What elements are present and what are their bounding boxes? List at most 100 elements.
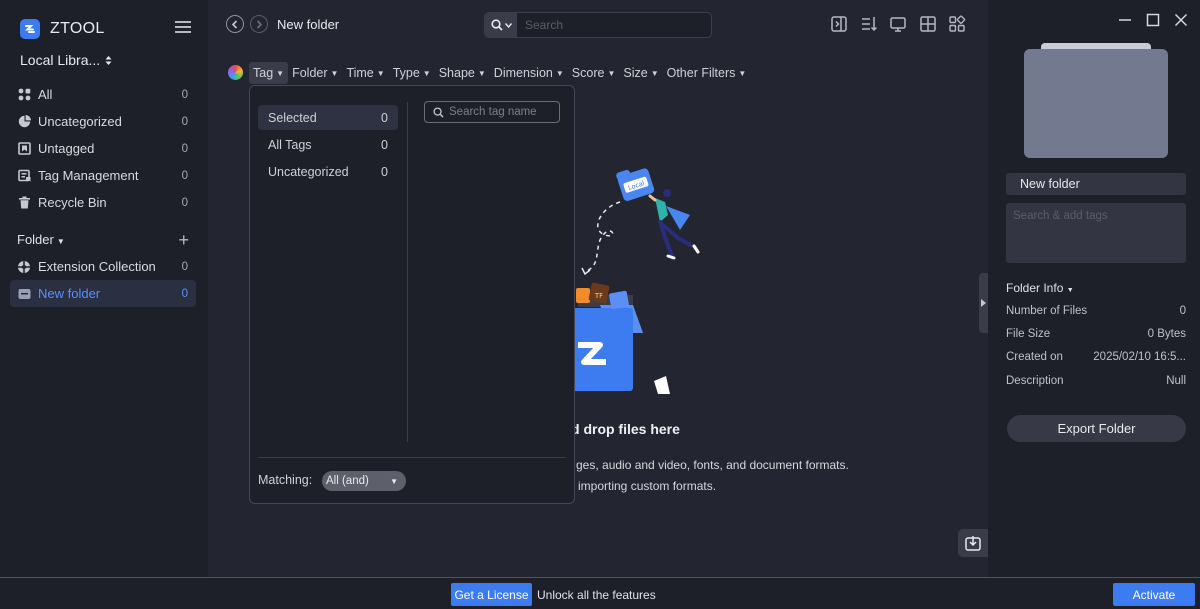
folder-icon bbox=[17, 287, 31, 301]
library-switcher[interactable]: Local Libra... bbox=[20, 52, 112, 68]
import-button[interactable] bbox=[958, 529, 988, 557]
layout-grid-icon[interactable] bbox=[919, 15, 937, 33]
caret-down-icon: ▼ bbox=[276, 68, 285, 78]
tag-search-input[interactable] bbox=[449, 106, 554, 118]
sort-arrows-icon bbox=[105, 55, 112, 65]
folder-section-header: Folder ▼ + bbox=[17, 231, 189, 249]
export-folder-button[interactable]: Export Folder bbox=[1007, 415, 1186, 442]
app-name: ZTOOL bbox=[50, 20, 105, 37]
sidebar-nav: All 0 Uncategorized 0 Untagged 0 Tag Man… bbox=[10, 81, 196, 216]
tag-search-box bbox=[424, 101, 560, 123]
get-license-button[interactable]: Get a License bbox=[451, 583, 532, 606]
close-icon[interactable] bbox=[1174, 13, 1188, 27]
sort-filter-icon[interactable] bbox=[860, 15, 878, 33]
info-row-created-on: Created on 2025/02/10 16:5... bbox=[1006, 351, 1186, 363]
monitor-icon[interactable] bbox=[889, 15, 907, 33]
unlock-text: Unlock all the features bbox=[537, 588, 656, 602]
folder-info-toggle[interactable]: Folder Info ▼ bbox=[1006, 281, 1074, 295]
filter-score[interactable]: Score ▼ bbox=[568, 62, 620, 84]
hamburger-menu-icon[interactable] bbox=[175, 21, 191, 35]
info-row-description: Description Null bbox=[1006, 375, 1186, 387]
chevron-right-icon bbox=[256, 19, 263, 29]
search-mode-button[interactable] bbox=[485, 13, 517, 37]
details-panel: Folder Info ▼ Number of Files0 File Size… bbox=[988, 0, 1200, 577]
forward-button[interactable] bbox=[250, 15, 268, 33]
sidebar-item-new-folder[interactable]: New folder 0 bbox=[10, 280, 196, 307]
brand: ZTOOL bbox=[20, 18, 105, 40]
sidebar-item-uncategorized[interactable]: Uncategorized 0 bbox=[10, 108, 196, 135]
drop-hint-formats: ges, audio and video, fonts, and documen… bbox=[576, 458, 849, 472]
caret-down-icon: ▼ bbox=[330, 68, 339, 78]
filter-type[interactable]: Type ▼ bbox=[389, 62, 435, 84]
caret-down-icon: ▼ bbox=[555, 68, 564, 78]
color-filter-icon[interactable] bbox=[228, 65, 243, 80]
caret-down-icon: ▼ bbox=[650, 68, 659, 78]
folder-section-toggle[interactable]: Folder ▼ bbox=[17, 232, 178, 247]
drop-title: d drop files here bbox=[571, 421, 680, 437]
matching-select[interactable]: All (and) ▼ bbox=[322, 471, 406, 491]
search-box bbox=[484, 12, 712, 38]
caret-down-icon: ▼ bbox=[477, 68, 486, 78]
collapse-panel-handle[interactable] bbox=[979, 273, 988, 333]
search-icon bbox=[490, 19, 503, 31]
divider bbox=[258, 457, 566, 458]
tag-option-all-tags[interactable]: All Tags 0 bbox=[258, 132, 398, 157]
matching-label: Matching: bbox=[258, 473, 313, 487]
sidebar-item-recycle-bin[interactable]: Recycle Bin 0 bbox=[10, 189, 196, 216]
tags-input[interactable] bbox=[1006, 203, 1186, 263]
filter-time[interactable]: Time ▼ bbox=[342, 62, 388, 84]
bottom-bar: Get a License Unlock all the features Ac… bbox=[0, 577, 1200, 609]
filter-shape[interactable]: Shape ▼ bbox=[435, 62, 490, 84]
filter-folder[interactable]: Folder ▼ bbox=[288, 62, 342, 84]
tag-option-selected[interactable]: Selected 0 bbox=[258, 105, 398, 130]
filter-bar: Tag ▼ Folder ▼ Time ▼ Type ▼ Shape ▼ Dimensio… bbox=[249, 62, 750, 84]
maximize-icon[interactable] bbox=[1146, 13, 1160, 27]
caret-down-icon: ▼ bbox=[1066, 287, 1074, 294]
pie-icon bbox=[17, 115, 31, 129]
sidebar-item-extension-collection[interactable]: Extension Collection 0 bbox=[10, 253, 196, 280]
apps-icon[interactable] bbox=[948, 15, 966, 33]
tag-management-icon bbox=[17, 169, 31, 183]
drop-hint-custom: importing custom formats. bbox=[578, 479, 717, 493]
filter-dimension[interactable]: Dimension ▼ bbox=[490, 62, 568, 84]
back-button[interactable] bbox=[226, 15, 244, 33]
activate-button[interactable]: Activate bbox=[1113, 583, 1195, 606]
sidebar-item-all[interactable]: All 0 bbox=[10, 81, 196, 108]
search-icon bbox=[433, 106, 444, 118]
caret-right-icon bbox=[981, 299, 986, 307]
grid-icon bbox=[17, 88, 31, 102]
tag-filter-dropdown: Selected0 All Tags0 Uncategorized0 Match… bbox=[249, 85, 575, 504]
folder-preview-icon bbox=[1024, 43, 1168, 158]
chevron-left-icon bbox=[231, 19, 238, 29]
folder-name-input[interactable] bbox=[1006, 173, 1186, 195]
minimize-icon[interactable] bbox=[1118, 13, 1132, 27]
sidebar: ZTOOL Local Libra... All 0 Uncategorized… bbox=[0, 0, 208, 577]
untagged-icon bbox=[17, 142, 31, 156]
search-input[interactable] bbox=[517, 13, 711, 37]
toggle-panel-icon[interactable] bbox=[830, 15, 848, 33]
sidebar-item-tag-management[interactable]: Tag Management 0 bbox=[10, 162, 196, 189]
chevron-down-icon bbox=[504, 22, 512, 28]
add-folder-icon[interactable]: + bbox=[178, 231, 189, 249]
trash-icon bbox=[17, 196, 31, 210]
svg-text:TF: TF bbox=[594, 292, 603, 300]
sidebar-item-untagged[interactable]: Untagged 0 bbox=[10, 135, 196, 162]
folder-list: Extension Collection 0 New folder 0 bbox=[10, 253, 196, 307]
caret-down-icon: ▼ bbox=[376, 68, 385, 78]
library-name: Local Libra... bbox=[20, 52, 101, 68]
filter-size[interactable]: Size ▼ bbox=[619, 62, 662, 84]
caret-down-icon: ▼ bbox=[738, 68, 747, 78]
caret-down-icon: ▼ bbox=[607, 68, 616, 78]
caret-down-icon: ▼ bbox=[390, 476, 398, 486]
page-title: New folder bbox=[277, 17, 340, 32]
filter-tag[interactable]: Tag ▼ bbox=[249, 62, 289, 84]
tag-option-uncategorized[interactable]: Uncategorized 0 bbox=[258, 159, 398, 184]
empty-state-illustration: Local TF bbox=[570, 168, 700, 394]
info-row-file-size: File Size 0 Bytes bbox=[1006, 328, 1186, 340]
filter-other[interactable]: Other Filters ▼ bbox=[663, 62, 751, 84]
import-icon bbox=[965, 536, 981, 551]
caret-down-icon: ▼ bbox=[56, 237, 65, 246]
ztool-logo-icon bbox=[20, 19, 40, 39]
divider bbox=[407, 102, 408, 442]
caret-down-icon: ▼ bbox=[422, 68, 431, 78]
